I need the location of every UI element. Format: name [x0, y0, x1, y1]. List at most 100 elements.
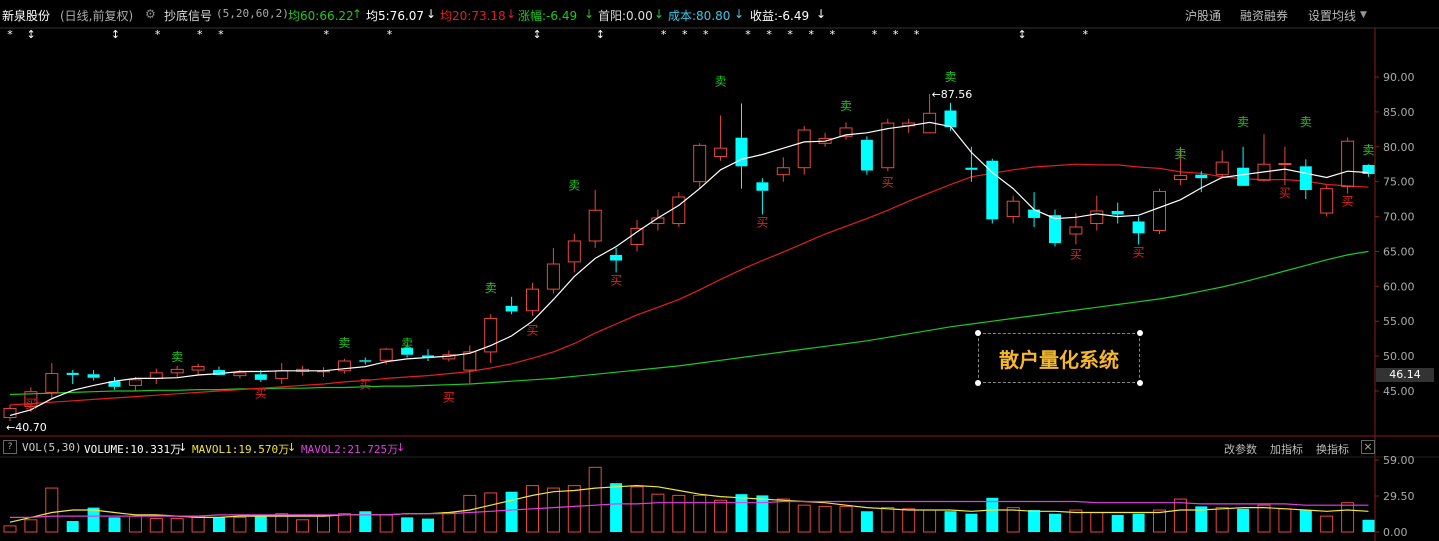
top-marker: *	[808, 28, 814, 41]
volume-bar	[191, 515, 205, 533]
volume-bar	[1215, 507, 1229, 533]
top-marker: *	[830, 28, 836, 41]
add-indicator-button[interactable]: 加指标	[1270, 441, 1303, 457]
top-marker: *	[387, 28, 393, 41]
volume-bar	[87, 507, 100, 532]
indicator-name[interactable]: 抄底信号	[164, 7, 212, 24]
set-ma-button[interactable]: 设置均线	[1308, 7, 1356, 24]
volume-bar	[567, 485, 581, 533]
close-icon[interactable]: ×	[1361, 440, 1375, 454]
candle-body	[1111, 210, 1124, 215]
indicator-params: (5,20,60,2)	[216, 7, 289, 20]
help-icon[interactable]: ?	[3, 440, 17, 454]
top-marker: *	[703, 28, 709, 41]
volume-bar	[128, 515, 142, 533]
volume-bar	[965, 513, 978, 532]
mavol1-line	[9, 484, 1369, 523]
watermark-box[interactable]: 散户量化系统	[978, 333, 1140, 383]
candle-body	[463, 351, 477, 371]
margin-trading-button[interactable]: 融资融券	[1240, 7, 1288, 24]
volume-bar	[1237, 508, 1250, 532]
resize-handle[interactable]	[975, 330, 981, 336]
profit-value: 收益:-6.49	[750, 9, 810, 23]
candle-body	[526, 288, 539, 312]
candle-body	[45, 373, 59, 393]
vol-title[interactable]: VOL(5,30)	[22, 441, 82, 454]
volume-bar	[735, 494, 748, 532]
candle-body	[128, 379, 142, 386]
top-marker: *	[745, 28, 751, 41]
resize-handle[interactable]	[1137, 330, 1143, 336]
sell-signal-label: 卖	[1174, 147, 1186, 161]
sell-signal-label: 卖	[171, 350, 183, 364]
top-marker: *	[893, 28, 899, 41]
top-marker: *	[787, 28, 793, 41]
candle-body	[776, 167, 790, 176]
candle-body	[1153, 190, 1166, 232]
candle-body	[170, 368, 184, 374]
volume-bar	[442, 511, 456, 533]
candle-body	[379, 348, 393, 361]
buy-signal-label: 买	[610, 273, 622, 287]
sell-signal-label: 卖	[338, 336, 350, 350]
candle-body	[1006, 200, 1020, 218]
candle-body	[588, 209, 602, 242]
mavol1-value: MAVOL1:19.570万	[192, 443, 290, 456]
volume-bar	[254, 514, 267, 532]
y-tick-label: 80.00	[1383, 141, 1415, 154]
volume-bar	[401, 517, 414, 532]
arrow-down-icon: ↓	[654, 7, 665, 21]
top-marker: *	[324, 28, 330, 41]
top-marker: *	[155, 28, 161, 41]
volume-bar	[505, 491, 518, 532]
y-tick-label: 45.00	[1383, 385, 1415, 398]
y-tick-label: 85.00	[1383, 106, 1415, 119]
candle-body	[610, 254, 623, 261]
candle-body	[1215, 161, 1229, 176]
dropdown-caret-icon[interactable]: ▼	[1360, 10, 1367, 20]
top-marker: ↕	[533, 28, 542, 41]
high-price-label: ←87.56	[932, 88, 973, 101]
top-marker: *	[914, 28, 920, 41]
top-marker: *	[766, 28, 772, 41]
kline-chart[interactable]: 90.00 85.00 80.00 75.00 70.00 65.00 60.00 55.00…	[0, 0, 1439, 541]
candle-body	[1195, 174, 1208, 179]
candle-body	[3, 407, 17, 419]
arrow-down-icon: ↓	[396, 441, 406, 454]
buy-signal-label: 买	[359, 377, 371, 391]
volume-bar	[756, 495, 769, 532]
sell-signal-label: 卖	[485, 281, 497, 295]
top-marker: ↕	[1017, 28, 1026, 41]
volume-bar	[24, 519, 38, 533]
top-marker: ↕	[26, 28, 35, 41]
volume-bar	[1153, 509, 1166, 533]
stock-name[interactable]: 新泉股份	[2, 7, 50, 24]
volume-bar	[944, 511, 957, 532]
volume-bar	[651, 493, 665, 533]
volume-bar	[672, 494, 686, 533]
volume-bar	[1111, 514, 1124, 532]
candle-body	[693, 144, 707, 183]
candle-body	[1320, 188, 1334, 214]
hk-connect-button[interactable]: 沪股通	[1185, 7, 1221, 24]
top-marker: *	[7, 28, 13, 41]
volume-bar	[317, 515, 330, 533]
candle-body	[986, 160, 999, 220]
resize-handle[interactable]	[975, 380, 981, 386]
edit-params-button[interactable]: 改参数	[1224, 441, 1257, 457]
volume-bar	[233, 516, 247, 533]
volume-bar	[108, 517, 121, 532]
volume-bar	[693, 494, 707, 533]
volume-bar	[776, 498, 790, 533]
gear-icon[interactable]: ⚙	[145, 7, 156, 21]
buy-signal-label: 买	[526, 324, 538, 338]
resize-handle[interactable]	[1137, 380, 1143, 386]
switch-indicator-button[interactable]: 换指标	[1316, 441, 1349, 457]
candle-body	[149, 372, 163, 379]
first-limit-value: 首阳:0.00	[598, 9, 653, 23]
buy-signal-label: 买	[1279, 186, 1291, 200]
candle-body	[1278, 163, 1292, 166]
candle-body	[359, 360, 372, 362]
volume-bar	[1299, 510, 1312, 532]
y-tick-label: 65.00	[1383, 245, 1415, 258]
